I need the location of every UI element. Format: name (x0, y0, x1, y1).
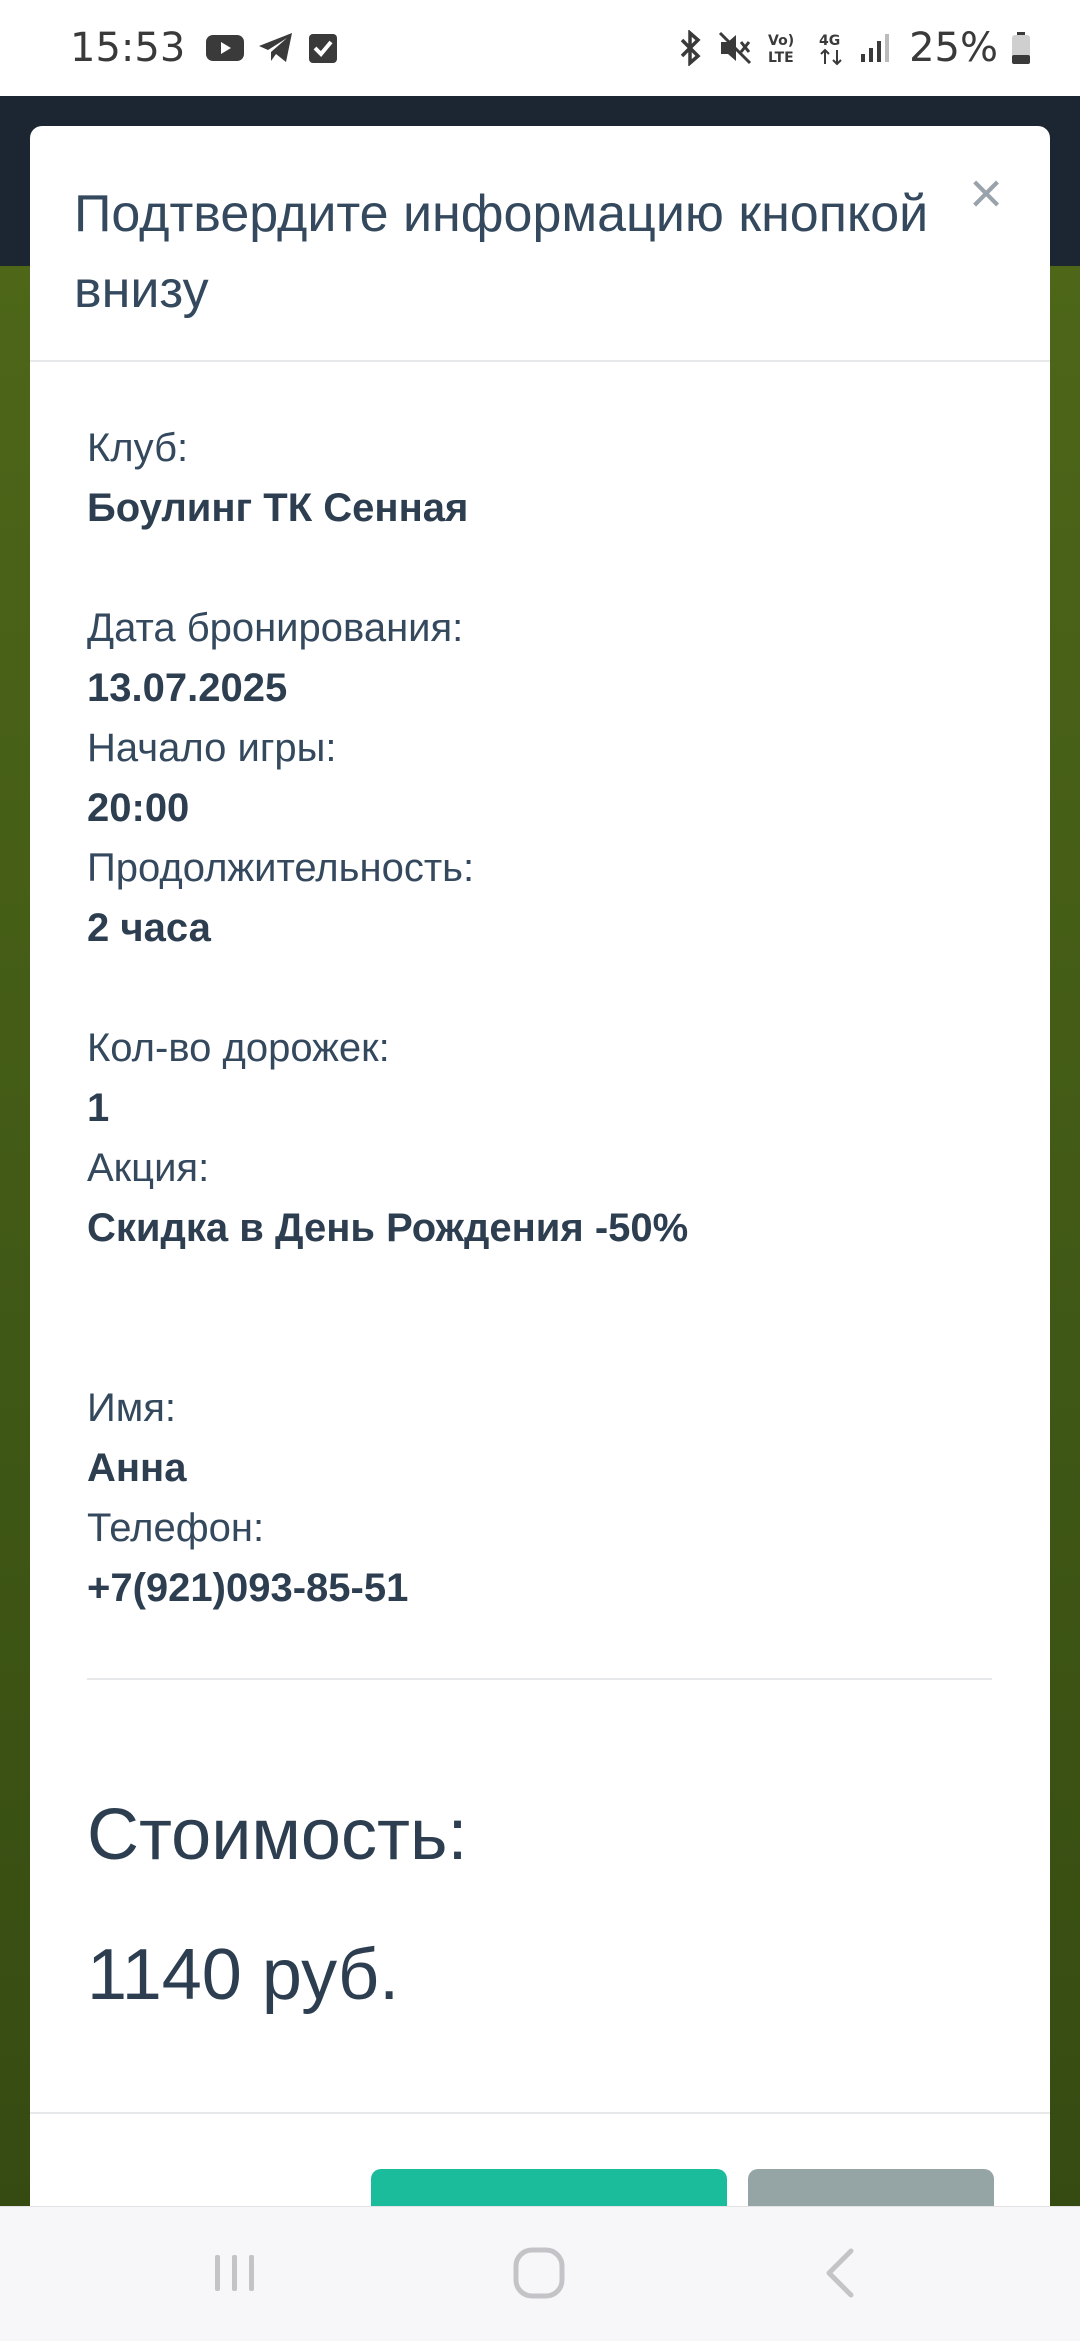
close-icon: × (969, 161, 1003, 226)
cost-label: Стоимость: (87, 1795, 468, 1875)
date-value: 13.07.2025 (87, 666, 288, 710)
home-button[interactable] (494, 2235, 584, 2315)
duration-label: Продолжительность: (87, 846, 475, 890)
close-button[interactable]: × (964, 165, 1008, 223)
divider (87, 1678, 992, 1680)
duration-value: 2 часа (87, 906, 211, 950)
cost-value: 1140 руб. (87, 1935, 400, 2015)
back-button[interactable] (796, 2235, 886, 2315)
recents-button[interactable] (190, 2235, 280, 2315)
svg-text:Vo): Vo) (768, 33, 794, 49)
phone-value: +7(921)093-85-51 (87, 1566, 409, 1610)
battery-icon (1010, 31, 1032, 65)
checkbox-icon (307, 31, 339, 65)
promo-label: Акция: (87, 1146, 210, 1190)
promo-value: Скидка в День Рождения -50% (87, 1206, 689, 1250)
footer-divider (30, 2112, 1050, 2114)
youtube-icon (205, 33, 245, 63)
name-value: Анна (87, 1446, 187, 1490)
svg-text:LTE: LTE (768, 50, 794, 66)
modal-title: Подтвердите информацию кнопкой внизу (74, 185, 929, 319)
lanes-label: Кол-во дорожек: (87, 1026, 390, 1070)
confirmation-modal: Подтвердите информацию кнопкой внизу × К… (30, 126, 1050, 2226)
modal-body: Клуб: Боулинг ТК Сенная Дата бронировани… (30, 362, 1050, 2020)
status-bar-left: 15:53 (70, 25, 339, 71)
signal-icon (859, 32, 891, 64)
club-value: Боулинг ТК Сенная (87, 486, 469, 530)
recents-icon (211, 2249, 259, 2302)
home-icon (511, 2245, 567, 2306)
4g-icon: 4G (815, 30, 847, 66)
telegram-icon (257, 31, 295, 65)
name-label: Имя: (87, 1386, 177, 1430)
status-bar: 15:53 Vo) LTE 4G 25% (0, 0, 1080, 96)
status-time: 15:53 (70, 25, 186, 71)
status-bar-right: Vo) LTE 4G 25% (675, 25, 1032, 71)
modal-header: Подтвердите информацию кнопкой внизу × (30, 126, 1050, 362)
start-time-label: Начало игры: (87, 726, 337, 770)
start-time-value: 20:00 (87, 786, 190, 830)
volte-icon: Vo) LTE (765, 30, 803, 66)
phone-label: Телефон: (87, 1506, 265, 1550)
navigation-bar (0, 2206, 1080, 2341)
bluetooth-icon (675, 30, 705, 66)
back-icon (817, 2245, 865, 2306)
club-label: Клуб: (87, 426, 189, 470)
battery-percent: 25% (909, 25, 998, 71)
svg-text:4G: 4G (819, 33, 840, 49)
mute-icon (717, 30, 753, 66)
date-label: Дата бронирования: (87, 606, 464, 650)
lanes-value: 1 (87, 1086, 110, 1130)
